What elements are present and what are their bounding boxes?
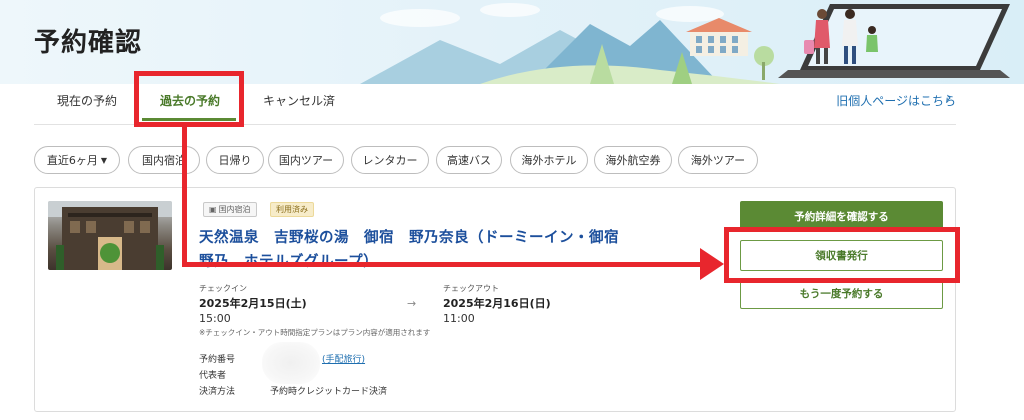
checkout-time: 11:00 [443, 312, 475, 325]
caret-down-icon: ▼ [100, 155, 108, 165]
payment-value: 予約時クレジットカード決済 [270, 387, 388, 397]
old-page-link[interactable]: 旧個人ページはこちら [836, 92, 956, 109]
building-icon: ▣ [209, 205, 217, 214]
checkin-label: チェックイン [199, 284, 247, 293]
chip-overseas-tour[interactable]: 海外ツアー [678, 146, 758, 174]
annotation-arrowhead [700, 248, 724, 280]
arrangement-link-text: 手配旅行 [325, 355, 362, 365]
badge-category: ▣ 国内宿泊 [203, 202, 257, 217]
period-filter-label: 直近6ヶ月 [46, 154, 98, 167]
arrow-right-icon: → [407, 297, 417, 310]
annotation-box-past-tab [134, 71, 244, 127]
checkout-label: チェックアウト [443, 284, 499, 293]
page-title: 予約確認 [34, 28, 143, 58]
annotation-box-receipt [724, 227, 960, 283]
hotel-name-link[interactable]: 天然温泉 吉野桜の湯 御宿 野乃奈良（ドーミーイン・御宿 [199, 226, 619, 247]
chip-overseas-flight[interactable]: 海外航空券 [594, 146, 672, 174]
hotel-thumbnail[interactable] [48, 201, 172, 270]
checkin-date: 2025年2月15日(土) [199, 297, 307, 310]
arrangement-link[interactable]: (手配旅行) [322, 352, 365, 365]
checkout-date: 2025年2月16日(日) [443, 297, 551, 310]
hotel-name-link-line2[interactable]: 野乃 ホテルズグループ） [199, 250, 378, 271]
travel-illustration [360, 3, 1010, 84]
representative-label: 代表者 [199, 371, 227, 381]
chip-highway-bus[interactable]: 高速バス [436, 146, 502, 174]
checkin-time: 15:00 [199, 312, 231, 325]
redacted-info [262, 342, 320, 384]
badge-category-label: 国内宿泊 [218, 205, 251, 214]
chip-overseas-hotel[interactable]: 海外ホテル [510, 146, 588, 174]
tab-current[interactable]: 現在の予約 [57, 92, 117, 109]
tab-cancelled[interactable]: キャンセル済 [263, 92, 335, 109]
chip-domestic-tour[interactable]: 国内ツアー [268, 146, 344, 174]
booking-number-label: 予約番号 [199, 355, 236, 365]
chip-rental-car[interactable]: レンタカー [351, 146, 429, 174]
payment-label: 決済方法 [199, 387, 236, 397]
chevron-right-icon[interactable]: › [946, 90, 952, 106]
status-badge: 利用済み [270, 202, 314, 217]
hotel-photo-image [48, 201, 172, 270]
annotation-line-vertical [182, 126, 187, 266]
chip-domestic-lodging[interactable]: 国内宿泊 [128, 146, 200, 174]
annotation-line-horizontal [182, 262, 712, 267]
period-filter-select[interactable]: 直近6ヶ月 ▼ [34, 146, 120, 174]
time-note: ※チェックイン・アウト時間指定プランはプラン内容が適用されます [199, 328, 431, 337]
reservation-page: 予約確認 現在の予約 過去の予約 キャンセル済 旧個人ページはこちら › 直近6… [0, 0, 1024, 420]
chip-day-trip[interactable]: 日帰り [206, 146, 264, 174]
